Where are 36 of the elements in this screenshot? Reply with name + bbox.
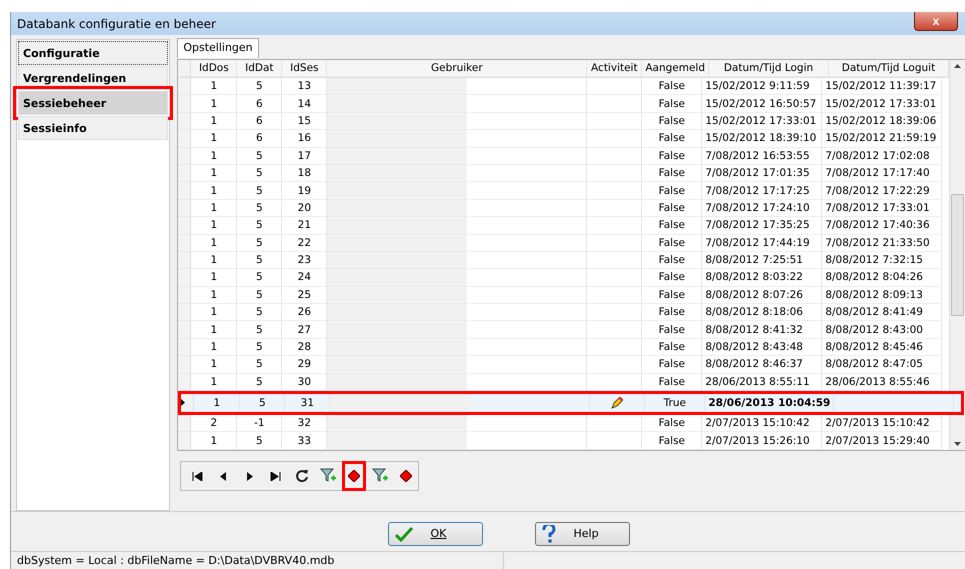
table-cell: 28/06/2013 10:04:59 <box>705 394 834 412</box>
question-mark-icon <box>542 524 556 543</box>
column-header[interactable]: Aangemeld <box>642 60 709 77</box>
row-pointer-icon <box>181 399 186 406</box>
column-header[interactable]: Activiteit <box>587 60 642 77</box>
table-cell: 5 <box>237 432 282 450</box>
row-header[interactable] <box>181 394 194 412</box>
table-cell: 1 <box>191 432 238 450</box>
scrollbar[interactable] <box>949 60 965 450</box>
nav-item[interactable]: Configuratie <box>18 41 168 65</box>
status-text: dbSystem = Local : dbFileName = D:\Data\DVBRV40.mdb <box>11 552 504 569</box>
table-cell: 1 <box>194 394 240 412</box>
ok-button[interactable]: OK <box>388 522 482 546</box>
checkmark-icon <box>394 526 412 542</box>
tab[interactable]: Opstellingen <box>177 38 259 58</box>
column-header[interactable]: IdDat <box>237 60 282 77</box>
column-header[interactable]: IdDos <box>191 60 238 77</box>
table-cell: 2/07/2013 15:29:40 <box>822 432 942 450</box>
table-cell: 31 <box>285 394 330 412</box>
column-header[interactable]: Datum/Tijd Login <box>709 60 829 77</box>
scroll-thumb[interactable] <box>951 194 964 316</box>
column-header[interactable]: Gebruiker <box>327 60 588 77</box>
table-cell: 33 <box>282 432 328 450</box>
table-cell: False <box>642 432 702 450</box>
table-cell: 5 <box>240 394 286 412</box>
table-cell: True <box>645 394 706 412</box>
window-title: Databank configuratie en beheer <box>17 16 216 30</box>
nav-item[interactable]: Sessieinfo <box>18 116 168 140</box>
scroll-down-icon[interactable] <box>954 442 961 446</box>
column-header[interactable]: Datum/Tijd Loguit <box>829 60 949 77</box>
table-cell: 2/07/2013 15:26:10 <box>702 432 822 450</box>
table-cell <box>587 432 642 450</box>
help-button[interactable]: Help <box>534 522 630 546</box>
column-header[interactable]: IdSes <box>282 60 328 77</box>
table-row[interactable]: 1 5 31 True 28/06/2013 10:04:59 <box>178 391 964 416</box>
scroll-up-icon[interactable] <box>954 64 961 68</box>
